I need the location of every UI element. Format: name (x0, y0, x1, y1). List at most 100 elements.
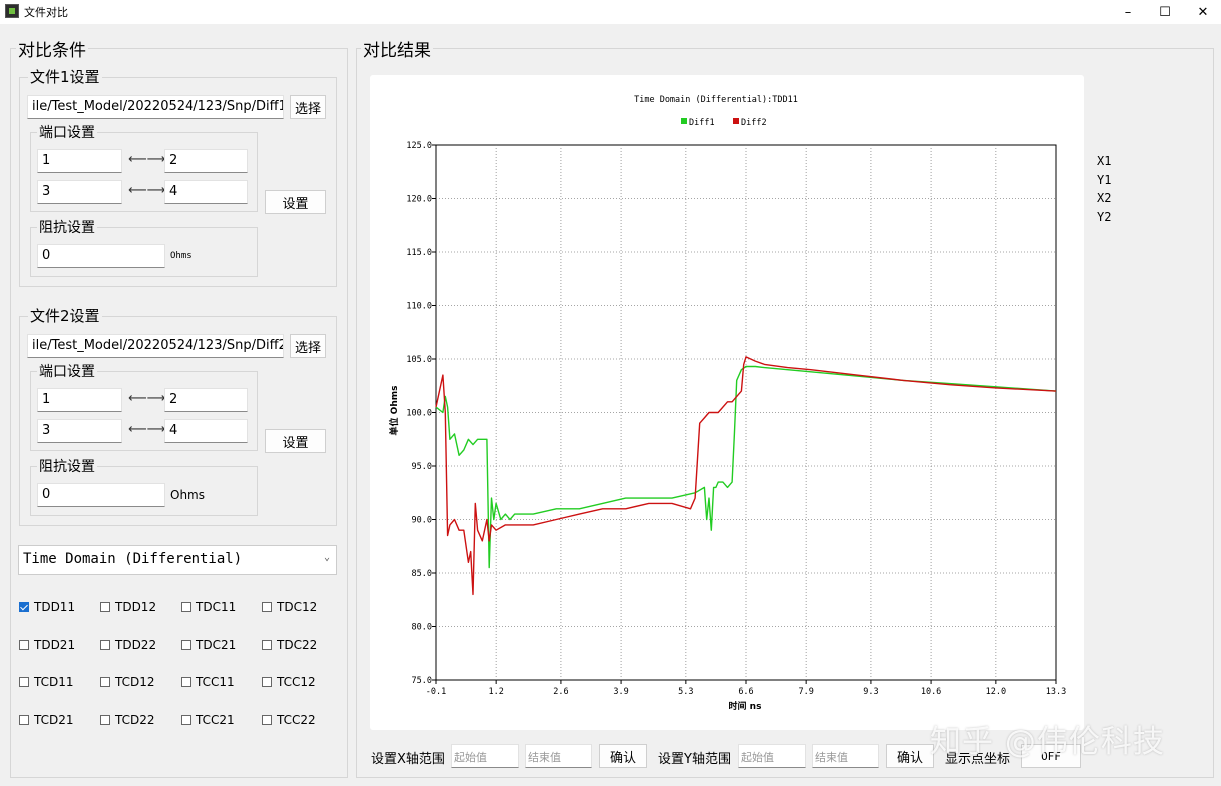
checkbox-tcc12[interactable]: TCC12 (262, 675, 316, 689)
file2-select-button[interactable]: 选择 (290, 334, 326, 358)
checkbox-tcc22[interactable]: TCC22 (262, 713, 316, 727)
checkbox-tdd21[interactable]: TDD21 (19, 638, 75, 652)
file2-port3-input[interactable]: 3 (37, 419, 122, 443)
checkbox-empty-icon (181, 602, 191, 612)
line-chart[interactable]: 75.0 80.0 85.0 90.0 95.0 100.0 105.0 110.0 115.0… (370, 75, 1084, 730)
x-start-input[interactable]: 起始值 (451, 744, 519, 768)
checkbox-empty-icon (100, 677, 110, 687)
y-axis-label: 单位 Ohms (388, 386, 400, 436)
x-tick-label: 2.6 (553, 687, 568, 697)
x-tick-label: 3.9 (613, 687, 628, 697)
checkbox-empty-icon (100, 714, 110, 725)
file1-impedance-title: 阻抗设置 (37, 217, 97, 237)
checkbox-label: TCD11 (34, 675, 74, 689)
y-tick-label: 105.0 (406, 355, 432, 365)
checkbox-label: TDD12 (115, 600, 157, 614)
checkbox-label: TCD22 (115, 712, 155, 727)
checkbox-tcd22[interactable]: TCD22 (100, 713, 155, 727)
checkbox-empty-icon (181, 714, 191, 725)
file1-impedance-input[interactable]: 0 (37, 244, 165, 268)
x-tick-label: 10.6 (921, 687, 941, 697)
checkbox-tdc22[interactable]: TDC22 (262, 638, 317, 652)
watermark: 知乎 @伟伦科技 (930, 724, 1165, 760)
checkbox-tdd22[interactable]: TDD22 (100, 638, 156, 652)
file1-ports-title: 端口设置 (37, 122, 97, 142)
checkbox-tdd12[interactable]: TDD12 (100, 600, 156, 614)
file2-ports-title: 端口设置 (37, 361, 97, 381)
legend-swatch (733, 118, 739, 124)
chart-area[interactable]: 75.0 80.0 85.0 90.0 95.0 100.0 105.0 110.0 115.0… (370, 75, 1084, 730)
domain-select-value: Time Domain (Differential) (23, 551, 243, 567)
y-tick-label: 75.0 (412, 676, 432, 686)
minimize-button[interactable]: – (1108, 0, 1148, 24)
file2-port4-input[interactable]: 4 (164, 419, 248, 443)
x-range-label: 设置X轴范围 (371, 752, 445, 767)
param-checkbox-grid: TDD11 TDD12 TDC11 TDC12 TDD21 TDD22 TDC21 TDC22… (19, 600, 339, 740)
file1-select-button[interactable]: 选择 (290, 95, 326, 119)
checkbox-label: TCD21 (34, 712, 74, 727)
checkbox-tcd12[interactable]: TCD12 (100, 675, 155, 689)
y-start-input[interactable]: 起始值 (738, 744, 806, 768)
checkbox-tdc11[interactable]: TDC11 (181, 600, 236, 614)
file1-impedance-unit: Ohms (170, 251, 192, 261)
y-tick-label: 80.0 (412, 623, 432, 633)
checkbox-tcc11[interactable]: TCC11 (181, 675, 235, 689)
y-tick-label: 95.0 (412, 462, 432, 472)
checkbox-empty-icon (181, 677, 191, 687)
chart-title: Time Domain (Differential):TDD11 (634, 95, 798, 105)
checkbox-checked-icon (19, 602, 29, 612)
checkbox-empty-icon (19, 714, 29, 725)
file2-impedance-input[interactable]: 0 (37, 483, 165, 507)
close-button[interactable]: ✕ (1183, 0, 1221, 24)
x-confirm-button[interactable]: 确认 (599, 744, 647, 768)
checkbox-tdc21[interactable]: TDC21 (181, 638, 236, 652)
checkbox-tdc12[interactable]: TDC12 (262, 600, 317, 614)
checkbox-label: TCC11 (196, 675, 235, 689)
file2-title: 文件2设置 (28, 305, 102, 326)
file1-path-input[interactable]: ile/Test_Model/20220524/123/Snp/Diff1.S4… (27, 95, 284, 119)
cursor-label: X1 (1097, 154, 1112, 168)
checkbox-empty-icon (262, 639, 272, 650)
file2-port2-input[interactable]: 2 (164, 388, 248, 412)
results-title: 对比结果 (361, 36, 433, 61)
checkbox-label: TDD21 (34, 637, 76, 652)
port-link-arrow: ⟵⟶ (128, 183, 166, 198)
file1-port4-input[interactable]: 4 (164, 180, 248, 204)
x-tick-label: 6.6 (738, 687, 753, 697)
checkbox-label: TCC21 (196, 712, 235, 727)
maximize-button[interactable]: ☐ (1145, 0, 1185, 24)
checkbox-label: TDC11 (196, 600, 237, 614)
conditions-title: 对比条件 (16, 36, 88, 61)
port-link-arrow: ⟵⟶ (128, 422, 166, 437)
checkbox-label: TDC12 (277, 600, 318, 614)
legend-swatch (681, 118, 687, 124)
checkbox-empty-icon (100, 602, 110, 612)
y-end-input[interactable]: 结束值 (812, 744, 879, 768)
y-confirm-button[interactable]: 确认 (886, 744, 934, 768)
y-range-label: 设置Y轴范围 (658, 752, 731, 767)
file1-port1-input[interactable]: 1 (37, 149, 122, 173)
x-tick-label: 5.3 (678, 687, 693, 697)
checkbox-label: TDC22 (277, 637, 318, 652)
file2-set-button[interactable]: 设置 (265, 429, 326, 453)
file1-set-button[interactable]: 设置 (265, 190, 326, 214)
x-tick-label: 7.9 (798, 687, 813, 697)
file2-port1-input[interactable]: 1 (37, 388, 122, 412)
x-end-input[interactable]: 结束值 (525, 744, 592, 768)
file2-path-input[interactable]: ile/Test_Model/20220524/123/Snp/Diff2.S4… (27, 334, 284, 358)
domain-select[interactable]: Time Domain (Differential) ⌄ (18, 545, 337, 575)
file1-port2-input[interactable]: 2 (164, 149, 248, 173)
checkbox-empty-icon (181, 639, 191, 650)
x-tick-label: 1.2 (488, 687, 503, 697)
checkbox-tcd11[interactable]: TCD11 (19, 675, 74, 689)
checkbox-tcd21[interactable]: TCD21 (19, 713, 74, 727)
y-tick-label: 90.0 (412, 516, 432, 526)
y-tick-label: 100.0 (406, 409, 432, 419)
file1-port3-input[interactable]: 3 (37, 180, 122, 204)
checkbox-tcc21[interactable]: TCC21 (181, 713, 235, 727)
cursor-label: X2 (1097, 191, 1112, 205)
checkbox-tdd11[interactable]: TDD11 (19, 600, 75, 614)
checkbox-empty-icon (100, 639, 110, 650)
cursor-readout: X1 Y1 X2 Y2 (1097, 152, 1111, 226)
file2-impedance-unit: Ohms (170, 488, 205, 502)
